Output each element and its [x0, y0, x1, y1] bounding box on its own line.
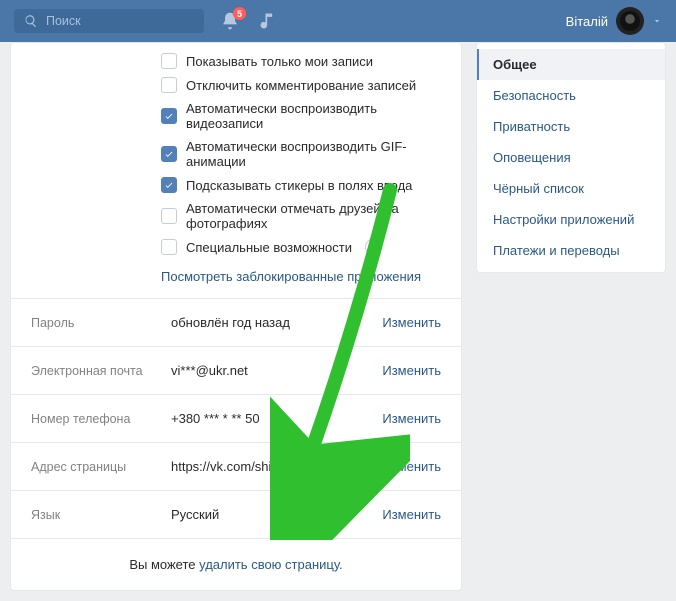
checkbox-label: Автоматически воспроизводить GIF-анимаци…	[186, 139, 441, 169]
checkbox-label: Подсказывать стикеры в полях ввода	[186, 178, 412, 193]
checkbox-list: Показывать только мои записи Отключить ко…	[11, 43, 461, 298]
setting-change-link[interactable]: Изменить	[361, 459, 441, 474]
sidebar-item[interactable]: Настройки приложений	[477, 204, 665, 235]
sidebar-item[interactable]: Общее	[477, 49, 665, 80]
setting-label: Электронная почта	[31, 364, 171, 378]
app-header: Поиск 5 Віталій	[0, 0, 676, 42]
notifications-badge: 5	[233, 7, 246, 20]
checkbox-label: Отключить комментирование записей	[186, 78, 416, 93]
sidebar-item[interactable]: Чёрный список	[477, 173, 665, 204]
checkbox-row: Показывать только мои записи	[161, 49, 441, 73]
setting-label: Номер телефона	[31, 412, 171, 426]
setting-label: Пароль	[31, 316, 171, 330]
setting-row: Адрес страницыhttps://vk.com/shipiloff_v…	[11, 442, 461, 490]
setting-row: Электронная почтаvi***@ukr.netИзменить	[11, 346, 461, 394]
setting-label: Адрес страницы	[31, 460, 171, 474]
settings-sidebar: ОбщееБезопасностьПриватностьОповещенияЧё…	[476, 42, 666, 273]
setting-row: ЯзыкРусскийИзменить	[11, 490, 461, 538]
setting-value: +380 *** * ** 50	[171, 411, 361, 426]
sidebar-item[interactable]: Оповещения	[477, 142, 665, 173]
music-icon	[258, 11, 278, 31]
help-icon[interactable]: ?	[365, 239, 381, 255]
checkbox-label: Автоматически воспроизводить видеозаписи	[186, 101, 441, 131]
setting-value: vi***@ukr.net	[171, 363, 361, 378]
chevron-down-icon	[652, 16, 662, 26]
avatar	[616, 7, 644, 35]
checkbox[interactable]	[161, 77, 177, 93]
checkbox[interactable]	[161, 53, 177, 69]
delete-page-row: Вы можете удалить свою страницу.	[11, 538, 461, 590]
delete-page-prefix: Вы можете	[129, 557, 199, 572]
setting-change-link[interactable]: Изменить	[361, 363, 441, 378]
setting-value: обновлён год назад	[171, 315, 361, 330]
checkbox-label: Специальные возможности	[186, 240, 352, 255]
setting-change-link[interactable]: Изменить	[361, 315, 441, 330]
music-button[interactable]	[256, 9, 280, 33]
settings-panel: Показывать только мои записи Отключить ко…	[10, 42, 462, 591]
checkbox-label: Показывать только мои записи	[186, 54, 373, 69]
checkbox-row: Автоматически отмечать друзей на фотогра…	[161, 197, 441, 235]
blocked-apps-link[interactable]: Посмотреть заблокированные приложения	[161, 259, 441, 284]
sidebar-item[interactable]: Приватность	[477, 111, 665, 142]
setting-value: https://vk.com/shipiloff_vitalik	[171, 459, 361, 474]
sidebar-item[interactable]: Платежи и переводы	[477, 235, 665, 266]
checkbox[interactable]	[161, 146, 177, 162]
setting-row: Номер телефона+380 *** * ** 50Изменить	[11, 394, 461, 442]
setting-row: Парольобновлён год назадИзменить	[11, 298, 461, 346]
checkbox[interactable]	[161, 177, 177, 193]
checkbox-row: Подсказывать стикеры в полях ввода	[161, 173, 441, 197]
notifications-button[interactable]: 5	[218, 9, 242, 33]
checkbox-row: Специальные возможности?	[161, 235, 441, 259]
search-input[interactable]: Поиск	[14, 9, 204, 33]
user-menu[interactable]: Віталій	[566, 7, 662, 35]
setting-value: Русский	[171, 507, 361, 522]
sidebar-item[interactable]: Безопасность	[477, 80, 665, 111]
checkbox[interactable]	[161, 208, 177, 224]
checkbox-row: Автоматически воспроизводить видеозаписи	[161, 97, 441, 135]
checkbox-row: Отключить комментирование записей	[161, 73, 441, 97]
setting-label: Язык	[31, 508, 171, 522]
setting-change-link[interactable]: Изменить	[361, 507, 441, 522]
checkbox-label: Автоматически отмечать друзей на фотогра…	[186, 201, 441, 231]
checkbox[interactable]	[161, 108, 177, 124]
checkbox-row: Автоматически воспроизводить GIF-анимаци…	[161, 135, 441, 173]
search-icon	[24, 14, 38, 28]
delete-page-link[interactable]: удалить свою страницу.	[199, 557, 343, 572]
username-label: Віталій	[566, 14, 608, 29]
checkbox[interactable]	[161, 239, 177, 255]
search-placeholder: Поиск	[46, 14, 81, 28]
setting-change-link[interactable]: Изменить	[361, 411, 441, 426]
